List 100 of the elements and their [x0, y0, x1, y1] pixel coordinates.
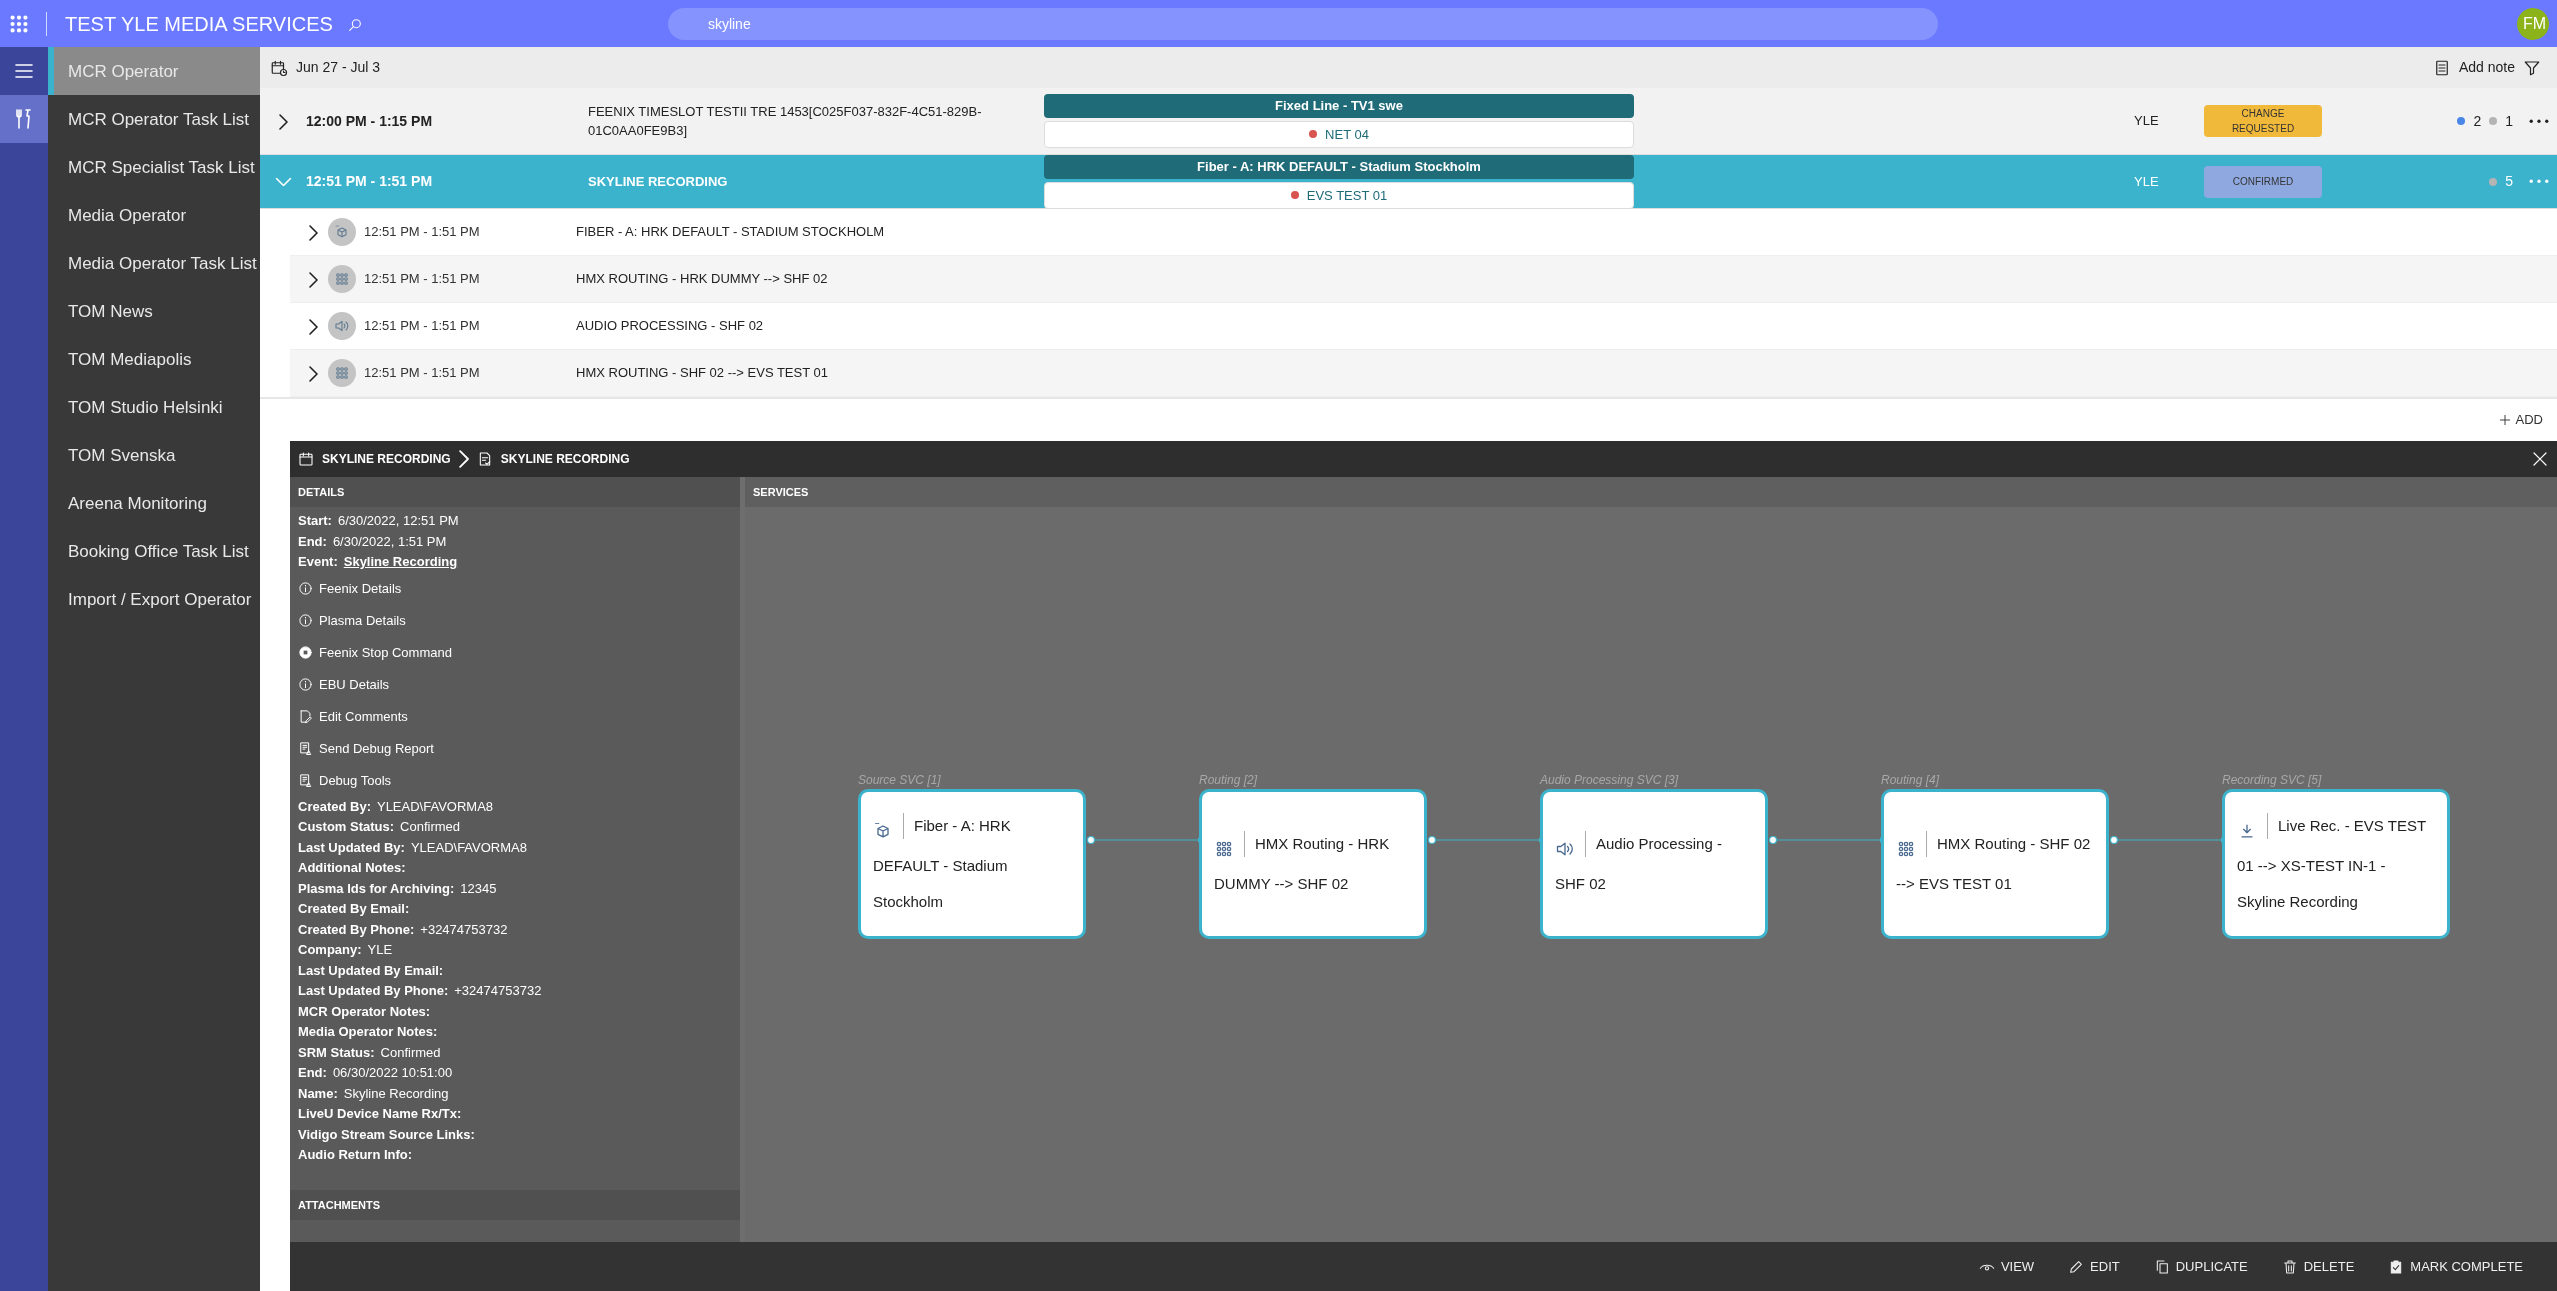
toolbar-button[interactable]: DELETE — [2275, 1255, 2361, 1278]
sidebar-item[interactable]: TOM Svenska — [48, 431, 260, 479]
field-label: SRM Status: — [298, 1043, 375, 1062]
count: 1 — [2505, 111, 2513, 131]
date-range[interactable]: Jun 27 - Jul 3 — [296, 57, 381, 78]
toolbar-button[interactable]: VIEW — [1972, 1255, 2041, 1278]
chevron-icon — [308, 271, 318, 288]
action-link[interactable]: Edit Comments — [290, 700, 416, 733]
field-value: 6/30/2022, 1:51 PM — [332, 532, 447, 551]
more-icon — [2529, 118, 2549, 124]
resource-chip: NET 04 — [1044, 121, 1634, 148]
plus-icon — [2497, 413, 2512, 427]
pencil-icon — [2068, 1258, 2085, 1275]
sidebar-item[interactable]: TOM Studio Helsinki — [48, 383, 260, 431]
field-value: 12345 — [460, 879, 497, 898]
field-label: Last Updated By Email: — [298, 961, 444, 980]
chevron-icon — [308, 318, 318, 335]
action-link[interactable]: Plasma Details — [290, 604, 414, 637]
event-link[interactable]: Skyline Recording — [343, 552, 458, 573]
sidebar-item[interactable]: Import / Export Operator — [48, 575, 260, 623]
service-chip: Fixed Line - TV1 swe — [1044, 94, 1634, 118]
service-category: Routing [2] — [1199, 771, 1259, 789]
field-label: LiveU Device Name Rx/Tx: — [298, 1105, 462, 1123]
chevron-icon — [308, 365, 318, 382]
time-range: 12:51 PM - 1:51 PM — [363, 223, 481, 242]
toolbar-button[interactable]: MARK COMPLETE — [2382, 1255, 2529, 1278]
chevron-icon — [458, 450, 469, 468]
service-node[interactable]: Fiber - A: HRK DEFAULT - Stadium Stockholm — [858, 788, 1086, 939]
field-label: Start: — [298, 512, 332, 530]
sidebar-item[interactable]: TOM Mediapolis — [48, 335, 260, 383]
toolbar-button[interactable]: DUPLICATE — [2147, 1255, 2254, 1278]
service-node[interactable]: Live Rec. - EVS TEST 01 --> XS-TEST IN-1 - Skyline Recording — [2222, 788, 2450, 939]
field-label: End: — [298, 532, 327, 551]
time-range: 12:51 PM - 1:51 PM — [363, 317, 481, 336]
calendar-icon — [298, 451, 314, 467]
sidebar-item[interactable]: MCR Operator Task List — [48, 95, 260, 143]
action-link[interactable]: Send Debug Report — [290, 732, 442, 765]
field-label: Created By Email: — [298, 900, 410, 918]
field-label: Company: — [298, 941, 362, 959]
sidebar-item[interactable]: MCR Specialist Task List — [48, 143, 260, 191]
field-label: Additional Notes: — [298, 859, 406, 877]
sidebar-item[interactable]: Areena Monitoring — [48, 479, 260, 527]
apps-grid-icon — [8, 12, 30, 35]
sidebar-item[interactable]: Media Operator — [48, 191, 260, 239]
action-link[interactable]: Debug Tools — [290, 764, 400, 797]
field-label: Audio Return Info: — [298, 1146, 413, 1164]
close-button[interactable] — [2531, 450, 2549, 468]
field-value: Skyline Recording — [343, 1084, 449, 1103]
company: YLE — [2134, 112, 2160, 131]
breadcrumb-item[interactable]: SKYLINE RECORDING — [322, 450, 451, 468]
chevron-icon — [308, 224, 318, 241]
action-link[interactable]: Feenix Stop Command — [290, 636, 460, 669]
service-category: Source SVC [1] — [858, 771, 942, 789]
count: 5 — [2505, 172, 2513, 191]
field-label: Event: — [298, 553, 338, 571]
field-value: Confirmed — [400, 818, 461, 836]
sidebar-item[interactable]: Media Operator Task List — [48, 239, 260, 287]
add-button[interactable]: ADD — [2491, 409, 2549, 431]
field-value: YLE — [367, 941, 393, 959]
service-category: Recording SVC [5] — [2222, 771, 2323, 789]
field-value: Confirmed — [380, 1043, 441, 1062]
sidebar-item[interactable]: TOM News — [48, 287, 260, 335]
status-badge[interactable]: CHANGE REQUESTED — [2204, 105, 2322, 137]
service-node[interactable]: HMX Routing - SHF 02 --> EVS TEST 01 — [1881, 788, 2109, 939]
calendar-icon — [270, 58, 288, 77]
action-link[interactable]: EBU Details — [290, 668, 398, 701]
service-node[interactable]: Audio Processing - SHF 02 — [1540, 788, 1768, 939]
report-icon — [298, 741, 313, 756]
service-chip: Fiber - A: HRK DEFAULT - Stadium Stockholm — [1044, 154, 1634, 179]
section-header: DETAILS — [290, 477, 740, 507]
time-range: 12:00 PM - 1:15 PM — [305, 111, 434, 131]
field-value: 6/30/2022, 12:51 PM — [337, 512, 459, 530]
field-value: 06/30/2022 10:51:00 — [332, 1064, 453, 1082]
speaker-icon — [334, 318, 350, 334]
field-label: Last Updated By: — [298, 838, 405, 857]
trash-icon — [2281, 1258, 2298, 1275]
resource-chip: EVS TEST 01 — [1044, 181, 1634, 209]
table-row[interactable]: 12:51 PM - 1:51 PM SKYLINE RECORDING Fiber - A: HRK DEFAULT - Stadium Stockholm EVS TEST 01 YLE CONFIRMED 5 — [260, 155, 2557, 209]
app-title: TEST YLE MEDIA SERVICES — [46, 11, 333, 36]
sidebar-item[interactable]: Booking Office Task List — [48, 527, 260, 575]
count: 2 — [2473, 111, 2482, 131]
action-link[interactable]: Feenix Details — [290, 572, 410, 605]
dot-grid-icon — [334, 365, 350, 381]
time-range: 12:51 PM - 1:51 PM — [363, 364, 481, 383]
chevron-icon — [278, 113, 288, 130]
time-range: 12:51 PM - 1:51 PM — [363, 270, 481, 289]
close-icon — [2531, 450, 2549, 468]
service-node[interactable]: HMX Routing - HRK DUMMY --> SHF 02 — [1199, 788, 1427, 939]
add-note-link[interactable]: Add note — [2458, 57, 2515, 78]
status-badge[interactable]: CONFIRMED — [2204, 165, 2322, 198]
report-icon — [298, 773, 313, 788]
company: YLE — [2134, 172, 2160, 191]
row-title: FEENIX TIMESLOT TESTII TRE 1453[C025F037-832F-4C51-829B-01C0AA0FE9B3] — [588, 102, 983, 140]
breadcrumb-item[interactable]: SKYLINE RECORDING — [500, 450, 630, 468]
row-title: SKYLINE RECORDING — [588, 172, 729, 191]
toolbar-button[interactable]: EDIT — [2062, 1255, 2126, 1278]
table-row[interactable]: 12:00 PM - 1:15 PM FEENIX TIMESLOT TESTII TRE 1453[C025F037-832F-4C51-829B-01C0AA0FE9B3] Fixed Line - TV1 swe NET 04 YLE CHANGE REQUESTED 2 1 — [260, 88, 2557, 155]
row-title: FIBER - A: HRK DEFAULT - STADIUM STOCKHOLM — [576, 223, 885, 242]
dot-grid-icon — [334, 271, 350, 287]
tools-button[interactable] — [0, 95, 48, 143]
